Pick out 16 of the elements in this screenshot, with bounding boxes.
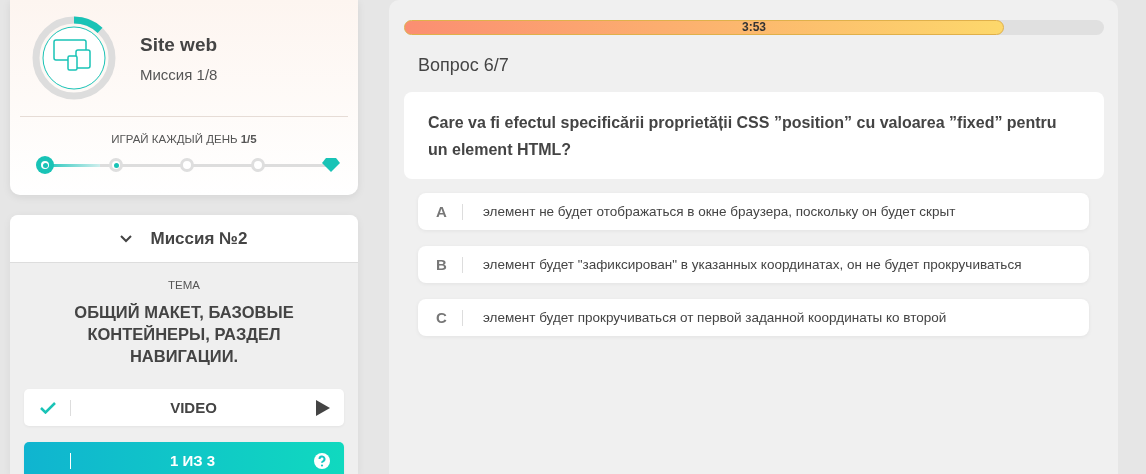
answer-option[interactable]: C элемент будет прокручиваться от первой заданной координаты ко второй	[418, 299, 1089, 336]
chevron-icon	[120, 234, 133, 243]
topic-title: ОБЩИЙ МАКЕТ, БАЗОВЫЕ КОНТЕЙНЕРЫ, РАЗДЕЛ НАВИГАЦИИ.	[73, 302, 295, 367]
help-icon	[314, 452, 330, 469]
question-counter: Вопрос 6/7	[418, 55, 510, 76]
play-icon	[316, 399, 330, 416]
question-text: Care va fi efectul specificării proprietății CSS ”position” cu valoarea ”fixed” pentru un element HTML?	[404, 92, 1104, 179]
answer-option[interactable]: A элемент не будет отображаться в окне браузера, поскольку он будет скрыт	[418, 193, 1089, 230]
video-step[interactable]: VIDEO	[24, 389, 344, 426]
daily-streak-label: ИГРАЙ КАЖДЫЙ ДЕНЬ 1/5	[110, 133, 258, 145]
answer-option[interactable]: B элемент будет "зафиксирован" в указанных координатах, он не будет прокручиваться	[418, 246, 1089, 283]
course-title: Site web	[140, 33, 218, 56]
timer-text: 3:53	[741, 20, 767, 35]
mission-header[interactable]: Миссия №2	[10, 215, 358, 263]
mission-count: Миссия 1/8	[140, 65, 218, 83]
topic-label: ТЕМА	[167, 279, 201, 291]
